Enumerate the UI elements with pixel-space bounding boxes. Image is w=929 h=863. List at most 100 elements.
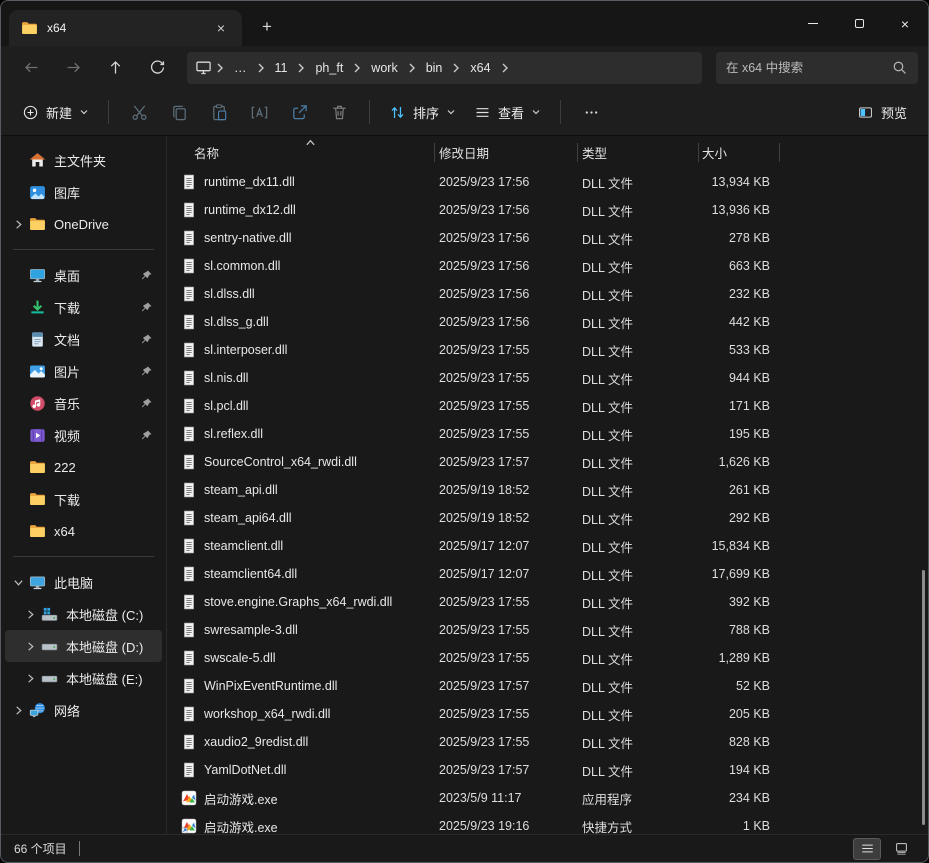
file-row[interactable]: workshop_x64_rwdi.dll2025/9/23 17:55DLL … [167, 700, 928, 728]
new-button[interactable]: 新建 [13, 97, 98, 128]
chevron-right-icon[interactable] [19, 609, 41, 620]
sidebar-item-此电脑[interactable]: 此电脑 [5, 566, 162, 598]
file-row[interactable]: steam_api.dll2025/9/19 18:52DLL 文件261 KB [167, 476, 928, 504]
file-row[interactable]: swresample-3.dll2025/9/23 17:55DLL 文件788… [167, 616, 928, 644]
file-row[interactable]: sl.interposer.dll2025/9/23 17:55DLL 文件53… [167, 336, 928, 364]
refresh-button[interactable] [137, 52, 177, 84]
column-divider[interactable] [698, 143, 699, 162]
file-row[interactable]: 启动游戏.exe2025/9/23 19:16快捷方式1 KB [167, 812, 928, 834]
file-row[interactable]: YamlDotNet.dll2025/9/23 17:57DLL 文件194 K… [167, 756, 928, 784]
file-row[interactable]: runtime_dx11.dll2025/9/23 17:56DLL 文件13,… [167, 168, 928, 196]
column-header-name[interactable]: 名称 [167, 136, 434, 168]
sidebar-item-图库[interactable]: 图库 [5, 176, 162, 208]
more-button[interactable] [571, 95, 611, 129]
view-button[interactable]: 查看 [465, 97, 550, 128]
breadcrumb-item-current[interactable]: x64 [464, 58, 496, 78]
new-tab-button[interactable]: + [252, 12, 282, 42]
file-row[interactable]: steamclient64.dll2025/9/17 12:07DLL 文件17… [167, 560, 928, 588]
chevron-right-icon [404, 62, 420, 74]
new-button-label: 新建 [46, 103, 72, 122]
file-row[interactable]: sl.pcl.dll2025/9/23 17:55DLL 文件171 KB [167, 392, 928, 420]
up-button[interactable] [95, 52, 135, 84]
dll-file-icon [181, 706, 197, 722]
breadcrumb[interactable]: … 11 ph_ft work bin x64 [187, 52, 702, 84]
column-header-date[interactable]: 修改日期 [434, 136, 577, 168]
tab-close-icon[interactable]: × [208, 16, 234, 40]
copy-button[interactable] [159, 95, 199, 129]
dll-file-icon [181, 566, 197, 582]
details-view-button[interactable] [853, 838, 881, 860]
maximize-button[interactable] [836, 1, 882, 46]
share-button[interactable] [279, 95, 319, 129]
sidebar-item-网络[interactable]: 网络 [5, 694, 162, 726]
vertical-scrollbar[interactable] [922, 570, 925, 825]
column-divider[interactable] [434, 143, 435, 162]
minimize-button[interactable] [790, 1, 836, 46]
file-row[interactable]: swscale-5.dll2025/9/23 17:55DLL 文件1,289 … [167, 644, 928, 672]
sidebar-item-本地磁盘 (E:)[interactable]: 本地磁盘 (E:) [5, 662, 162, 694]
file-row[interactable]: 启动游戏.exe2023/5/9 11:17应用程序234 KB [167, 784, 928, 812]
tab-x64[interactable]: x64 × [9, 10, 242, 46]
dll-file-icon [181, 202, 197, 218]
sidebar-item-x64[interactable]: x64 [5, 515, 162, 547]
chevron-right-icon [448, 62, 464, 74]
file-row[interactable]: sl.dlss_g.dll2025/9/23 17:56DLL 文件442 KB [167, 308, 928, 336]
column-divider[interactable] [577, 143, 578, 162]
sidebar-item-桌面[interactable]: 桌面 [5, 259, 162, 291]
breadcrumb-item[interactable]: bin [420, 58, 449, 78]
breadcrumb-overflow[interactable]: … [228, 58, 253, 78]
file-row[interactable]: steam_api64.dll2025/9/19 18:52DLL 文件292 … [167, 504, 928, 532]
file-size: 533 KB [698, 343, 779, 357]
large-icons-view-button[interactable] [887, 838, 915, 860]
close-button[interactable]: × [882, 1, 928, 46]
breadcrumb-item[interactable]: 11 [269, 58, 294, 78]
file-row[interactable]: xaudio2_9redist.dll2025/9/23 17:55DLL 文件… [167, 728, 928, 756]
forward-button[interactable] [53, 52, 93, 84]
file-row[interactable]: sentry-native.dll2025/9/23 17:56DLL 文件27… [167, 224, 928, 252]
sidebar-item-主文件夹[interactable]: 主文件夹 [5, 144, 162, 176]
search-box[interactable] [716, 52, 918, 84]
sidebar-item-下载[interactable]: 下载 [5, 291, 162, 323]
file-row[interactable]: stove.engine.Graphs_x64_rwdi.dll2025/9/2… [167, 588, 928, 616]
file-row[interactable]: runtime_dx12.dll2025/9/23 17:56DLL 文件13,… [167, 196, 928, 224]
sidebar-item-音乐[interactable]: 音乐 [5, 387, 162, 419]
rename-button[interactable] [239, 95, 279, 129]
sidebar-item-文档[interactable]: 文档 [5, 323, 162, 355]
preview-button[interactable]: 预览 [848, 97, 916, 128]
file-row[interactable]: sl.reflex.dll2025/9/23 17:55DLL 文件195 KB [167, 420, 928, 448]
back-button[interactable] [11, 52, 51, 84]
chevron-down-icon [79, 107, 89, 117]
paste-button[interactable] [199, 95, 239, 129]
file-row[interactable]: SourceControl_x64_rwdi.dll2025/9/23 17:5… [167, 448, 928, 476]
file-row[interactable]: steamclient.dll2025/9/17 12:07DLL 文件15,8… [167, 532, 928, 560]
column-header-size[interactable]: 大小 [698, 136, 779, 168]
sidebar-item-OneDrive[interactable]: OneDrive [5, 208, 162, 240]
breadcrumb-item[interactable]: work [365, 58, 403, 78]
chevron-right-icon[interactable] [7, 705, 29, 716]
column-divider[interactable] [779, 143, 780, 162]
dll-file-icon [181, 538, 197, 554]
column-header-type[interactable]: 类型 [577, 136, 698, 168]
file-row[interactable]: WinPixEventRuntime.dll2025/9/23 17:57DLL… [167, 672, 928, 700]
dll-file-icon [181, 342, 197, 358]
sidebar-item-本地磁盘 (C:)[interactable]: 本地磁盘 (C:) [5, 598, 162, 630]
chevron-right-icon[interactable] [497, 62, 513, 74]
chevron-right-icon[interactable] [7, 219, 29, 230]
sidebar-item-图片[interactable]: 图片 [5, 355, 162, 387]
breadcrumb-item[interactable]: ph_ft [309, 58, 349, 78]
sidebar-item-本地磁盘 (D:)[interactable]: 本地磁盘 (D:) [5, 630, 162, 662]
sidebar-item-下载[interactable]: 下载 [5, 483, 162, 515]
sort-button[interactable]: 排序 [380, 97, 465, 128]
sidebar-item-视频[interactable]: 视频 [5, 419, 162, 451]
chevron-down-icon[interactable] [7, 577, 29, 588]
file-row[interactable]: sl.dlss.dll2025/9/23 17:56DLL 文件232 KB [167, 280, 928, 308]
cut-button[interactable] [119, 95, 159, 129]
file-row[interactable]: sl.nis.dll2025/9/23 17:55DLL 文件944 KB [167, 364, 928, 392]
sidebar-item-222[interactable]: 222 [5, 451, 162, 483]
delete-button[interactable] [319, 95, 359, 129]
chevron-right-icon[interactable] [19, 673, 41, 684]
search-input[interactable] [726, 61, 891, 75]
sidebar-item-label: 主文件夹 [54, 151, 162, 170]
chevron-right-icon[interactable] [19, 641, 41, 652]
file-row[interactable]: sl.common.dll2025/9/23 17:56DLL 文件663 KB [167, 252, 928, 280]
